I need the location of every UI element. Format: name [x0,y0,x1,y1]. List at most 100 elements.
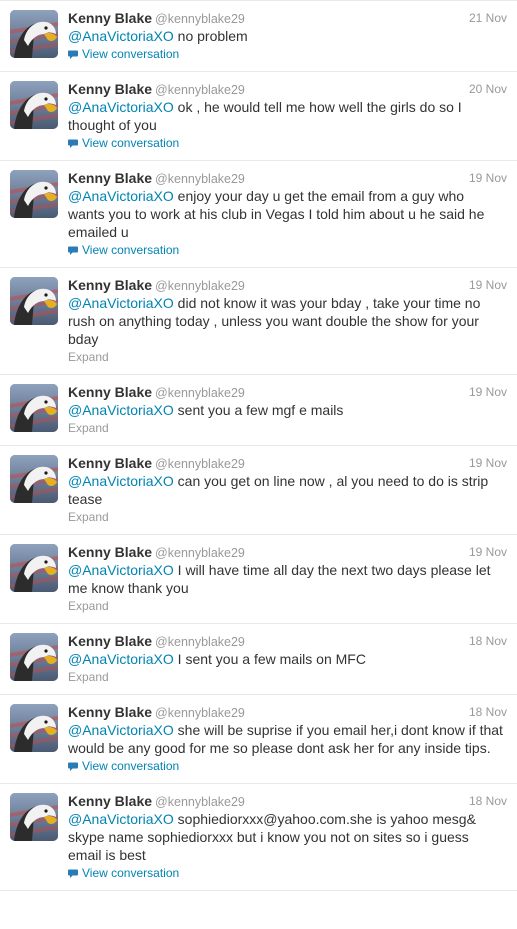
user-fullname[interactable]: Kenny Blake [68,81,152,97]
tweet-body: sent you a few mgf e mails [173,402,344,418]
expand-link[interactable]: Expand [68,509,507,526]
tweet-header: Kenny Blake @kennyblake29 [68,632,507,650]
action-label: View conversation [82,759,180,773]
tweet-item[interactable]: Kenny Blake @kennyblake29 19 Nov @AnaVict… [0,446,517,535]
view-conversation-link[interactable]: View conversation [68,758,507,775]
tweet-item[interactable]: Kenny Blake @kennyblake29 19 Nov @AnaVict… [0,268,517,375]
user-handle[interactable]: @kennyblake29 [155,457,245,471]
user-fullname[interactable]: Kenny Blake [68,455,152,471]
eagle-avatar-icon[interactable] [10,455,58,503]
expand-link[interactable]: Expand [68,420,507,437]
action-label: View conversation [82,866,180,880]
tweet-header: Kenny Blake @kennyblake29 [68,276,507,294]
user-handle[interactable]: @kennyblake29 [155,279,245,293]
eagle-avatar-icon[interactable] [10,81,58,129]
user-fullname[interactable]: Kenny Blake [68,633,152,649]
user-fullname[interactable]: Kenny Blake [68,544,152,560]
user-handle[interactable]: @kennyblake29 [155,386,245,400]
tweet-timestamp[interactable]: 19 Nov [469,169,507,187]
eagle-avatar-icon[interactable] [10,10,58,58]
tweet-text: @AnaVictoriaXO sophiediorxxx@yahoo.com.s… [68,810,507,864]
tweet-header: Kenny Blake @kennyblake29 [68,169,507,187]
tweet-text: @AnaVictoriaXO she will be suprise if yo… [68,721,507,757]
speech-bubble-icon [68,866,78,878]
tweet-timestamp[interactable]: 18 Nov [469,632,507,650]
mention-link[interactable]: @AnaVictoriaXO [68,473,174,489]
tweet-item[interactable]: Kenny Blake @kennyblake29 19 Nov @AnaVict… [0,161,517,268]
mention-link[interactable]: @AnaVictoriaXO [68,28,174,44]
tweet-timestamp[interactable]: 18 Nov [469,703,507,721]
user-handle[interactable]: @kennyblake29 [155,795,245,809]
speech-bubble-icon [68,136,78,148]
user-handle[interactable]: @kennyblake29 [155,546,245,560]
tweet-text: @AnaVictoriaXO I will have time all day … [68,561,507,597]
tweet-header: Kenny Blake @kennyblake29 [68,9,507,27]
tweet-body: I sent you a few mails on MFC [173,651,366,667]
action-label: View conversation [82,47,180,61]
tweet-timestamp[interactable]: 19 Nov [469,454,507,472]
tweet-header: Kenny Blake @kennyblake29 [68,383,507,401]
user-fullname[interactable]: Kenny Blake [68,170,152,186]
view-conversation-link[interactable]: View conversation [68,865,507,882]
tweet-timestamp[interactable]: 19 Nov [469,276,507,294]
user-handle[interactable]: @kennyblake29 [155,706,245,720]
view-conversation-link[interactable]: View conversation [68,46,507,63]
tweet-text: @AnaVictoriaXO ok , he would tell me how… [68,98,507,134]
mention-link[interactable]: @AnaVictoriaXO [68,99,174,115]
user-fullname[interactable]: Kenny Blake [68,10,152,26]
tweet-header: Kenny Blake @kennyblake29 [68,792,507,810]
user-handle[interactable]: @kennyblake29 [155,83,245,97]
tweet-item[interactable]: Kenny Blake @kennyblake29 20 Nov @AnaVict… [0,72,517,161]
mention-link[interactable]: @AnaVictoriaXO [68,402,174,418]
tweet-text: @AnaVictoriaXO I sent you a few mails on… [68,650,507,668]
tweet-timestamp[interactable]: 19 Nov [469,543,507,561]
eagle-avatar-icon[interactable] [10,793,58,841]
tweet-item[interactable]: Kenny Blake @kennyblake29 19 Nov @AnaVict… [0,535,517,624]
eagle-avatar-icon[interactable] [10,704,58,752]
tweet-timestamp[interactable]: 21 Nov [469,9,507,27]
mention-link[interactable]: @AnaVictoriaXO [68,295,174,311]
user-fullname[interactable]: Kenny Blake [68,793,152,809]
action-label: View conversation [82,136,180,150]
mention-link[interactable]: @AnaVictoriaXO [68,722,174,738]
user-handle[interactable]: @kennyblake29 [155,635,245,649]
user-handle[interactable]: @kennyblake29 [155,172,245,186]
tweet-item[interactable]: Kenny Blake @kennyblake29 21 Nov @AnaVict… [0,1,517,72]
expand-link[interactable]: Expand [68,669,507,686]
tweet-item[interactable]: Kenny Blake @kennyblake29 18 Nov @AnaVict… [0,695,517,784]
eagle-avatar-icon[interactable] [10,544,58,592]
tweet-timeline: Kenny Blake @kennyblake29 21 Nov @AnaVict… [0,0,517,891]
mention-link[interactable]: @AnaVictoriaXO [68,562,174,578]
tweet-header: Kenny Blake @kennyblake29 [68,703,507,721]
mention-link[interactable]: @AnaVictoriaXO [68,651,174,667]
tweet-text: @AnaVictoriaXO did not know it was your … [68,294,507,348]
speech-bubble-icon [68,47,78,59]
view-conversation-link[interactable]: View conversation [68,135,507,152]
expand-link[interactable]: Expand [68,349,507,366]
mention-link[interactable]: @AnaVictoriaXO [68,188,174,204]
tweet-text: @AnaVictoriaXO no problem [68,27,507,45]
tweet-body: no problem [173,28,248,44]
user-fullname[interactable]: Kenny Blake [68,704,152,720]
user-handle[interactable]: @kennyblake29 [155,12,245,26]
tweet-item[interactable]: Kenny Blake @kennyblake29 18 Nov @AnaVict… [0,784,517,891]
expand-link[interactable]: Expand [68,598,507,615]
tweet-header: Kenny Blake @kennyblake29 [68,543,507,561]
user-fullname[interactable]: Kenny Blake [68,384,152,400]
eagle-avatar-icon[interactable] [10,633,58,681]
tweet-item[interactable]: Kenny Blake @kennyblake29 19 Nov @AnaVict… [0,375,517,446]
eagle-avatar-icon[interactable] [10,277,58,325]
view-conversation-link[interactable]: View conversation [68,242,507,259]
tweet-item[interactable]: Kenny Blake @kennyblake29 18 Nov @AnaVict… [0,624,517,695]
action-label: View conversation [82,243,180,257]
eagle-avatar-icon[interactable] [10,384,58,432]
tweet-timestamp[interactable]: 20 Nov [469,80,507,98]
tweet-timestamp[interactable]: 19 Nov [469,383,507,401]
eagle-avatar-icon[interactable] [10,170,58,218]
speech-bubble-icon [68,243,78,255]
mention-link[interactable]: @AnaVictoriaXO [68,811,174,827]
tweet-timestamp[interactable]: 18 Nov [469,792,507,810]
tweet-header: Kenny Blake @kennyblake29 [68,454,507,472]
user-fullname[interactable]: Kenny Blake [68,277,152,293]
tweet-text: @AnaVictoriaXO can you get on line now ,… [68,472,507,508]
